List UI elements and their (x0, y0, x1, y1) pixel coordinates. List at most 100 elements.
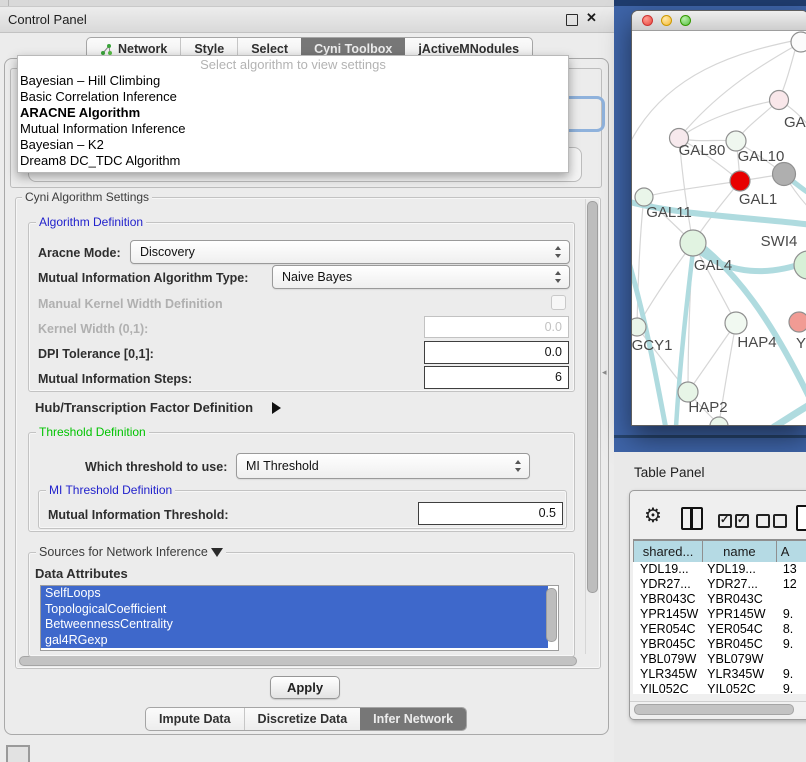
mi-type-value: Naive Bayes (282, 270, 352, 284)
network-window-titlebar[interactable] (632, 11, 806, 31)
table-cell: YBR043C (633, 592, 703, 607)
table-row[interactable]: YDL19...YDL19...13 (633, 562, 806, 577)
dropdown-item[interactable]: Dream8 DC_TDC Algorithm (18, 153, 568, 169)
node-label: GAL (784, 114, 806, 131)
dropdown-item[interactable]: Bayesian – Hill Climbing (18, 73, 568, 89)
list-item-selected[interactable]: BetweennessCentrality (41, 617, 548, 633)
deselect-all-columns-icon[interactable] (756, 514, 790, 533)
table-row[interactable]: YDR27...YDR27...12 (633, 577, 806, 592)
collapse-arrow-icon[interactable] (211, 548, 223, 557)
network-node-gal4[interactable] (680, 230, 706, 256)
apply-button[interactable]: Apply (270, 676, 340, 699)
table-row[interactable]: YLR345WYLR345W9. (633, 667, 806, 682)
sources-title: Sources for Network Inference (36, 546, 226, 558)
table-cell: YDR27... (703, 577, 777, 592)
manual-kernel-checkbox[interactable] (551, 295, 566, 310)
list-item-selected[interactable]: TopologicalCoefficient (41, 602, 548, 618)
control-panel-window: Control Panel ✕ galFiltered.sif default … (0, 0, 615, 762)
tab-impute-data[interactable]: Impute Data (146, 708, 244, 730)
aracne-mode-combo[interactable]: Discovery (130, 240, 570, 264)
float-window-icon[interactable] (566, 14, 578, 26)
screenshot-root: Control Panel ✕ galFiltered.sif default … (0, 0, 806, 762)
dropdown-item[interactable]: Mutual Information Inference (18, 121, 568, 137)
list-item-selected[interactable]: SelfLoops (41, 586, 548, 602)
node-label: SWI4 (761, 233, 798, 250)
minimized-panel-icon[interactable] (6, 745, 30, 762)
mi-steps-label: Mutual Information Steps: (38, 372, 192, 386)
table-row[interactable]: YER054CYER054C8. (633, 622, 806, 637)
network-node-y[interactable] (789, 312, 806, 332)
node-label: GAL80 (679, 142, 726, 159)
column-header-shared-name[interactable]: shared... (633, 540, 703, 563)
dropdown-item[interactable]: ARACNE Algorithm (18, 105, 568, 121)
network-node-gal[interactable] (770, 91, 789, 110)
export-table-icon[interactable] (796, 505, 806, 531)
network-node-swi4[interactable] (794, 251, 806, 279)
tab-infer-network[interactable]: Infer Network (360, 708, 466, 730)
algorithm-dropdown-popup: Select algorithm to view settings Bayesi… (17, 55, 569, 173)
network-view-window[interactable]: GALGAL80GAL10GAL1GAL11GAL4SWI4HAP4YGCY1H… (631, 10, 806, 426)
gear-icon[interactable]: ⚙ (644, 503, 662, 528)
which-threshold-combo[interactable]: MI Threshold (236, 453, 530, 479)
which-threshold-value: MI Threshold (246, 459, 319, 473)
table-row[interactable]: YBR045CYBR045C9. (633, 637, 806, 652)
threshold-title: Threshold Definition (36, 426, 149, 438)
table-cell: YBR043C (703, 592, 777, 607)
toolbar-strip (0, 0, 614, 7)
network-node[interactable] (791, 32, 806, 52)
table-cell: YER054C (703, 622, 777, 637)
table-horizontal-scrollbar[interactable] (630, 701, 806, 716)
table-cell: YPR145W (703, 607, 777, 622)
table-row[interactable]: YBL079WYBL079W (633, 652, 806, 667)
mi-threshold-label: Mutual Information Threshold: (48, 508, 229, 522)
pane-collapse-icon[interactable]: ◂ (602, 367, 607, 378)
zoom-traffic-light-icon[interactable] (680, 15, 691, 26)
expand-arrow-icon[interactable] (272, 399, 281, 417)
aracne-mode-value: Discovery (140, 245, 195, 259)
tab-discretize-data[interactable]: Discretize Data (244, 708, 361, 730)
dpi-tolerance-label: DPI Tolerance [0,1]: (38, 347, 154, 361)
table-cell: YBR045C (703, 637, 777, 652)
mi-threshold-value: 0.5 (539, 506, 556, 520)
table-row[interactable]: YBR043CYBR043C (633, 592, 806, 607)
table-row[interactable]: YPR145WYPR145W9. (633, 607, 806, 622)
mi-threshold-field[interactable]: 0.5 (418, 502, 563, 525)
close-traffic-light-icon[interactable] (642, 15, 653, 26)
network-nodes[interactable]: GALGAL80GAL10GAL1GAL11GAL4SWI4HAP4YGCY1H… (632, 32, 806, 425)
minimize-traffic-light-icon[interactable] (661, 15, 672, 26)
dropdown-item[interactable]: Bayesian – K2 (18, 137, 568, 153)
control-panel-title: Control Panel (8, 12, 87, 27)
network-node-gal1[interactable] (730, 171, 750, 191)
data-attributes-list[interactable]: SelfLoopsTopologicalCoefficientBetweenne… (40, 585, 559, 651)
table-cell: YPR145W (633, 607, 703, 622)
network-node[interactable] (773, 163, 796, 186)
table-cell: YBR045C (633, 637, 703, 652)
column-header-name[interactable]: name (703, 540, 777, 563)
mi-type-combo[interactable]: Naive Bayes (272, 265, 570, 289)
table-cell: 12 (777, 577, 806, 592)
network-canvas[interactable]: GALGAL80GAL10GAL1GAL11GAL4SWI4HAP4YGCY1H… (632, 31, 806, 425)
select-all-columns-icon[interactable] (718, 514, 752, 533)
close-icon[interactable]: ✕ (586, 10, 597, 26)
mi-steps-value: 6 (555, 370, 562, 384)
kernel-width-field[interactable]: 0.0 (424, 316, 569, 338)
algorithm-definition-title: Algorithm Definition (36, 216, 146, 228)
algorithm-dropdown-placeholder: Select algorithm to view settings (18, 56, 568, 73)
table-rows: YDL19...YDL19...13YDR27...YDR27...12YBR0… (633, 562, 806, 694)
mi-steps-field[interactable]: 6 (424, 366, 569, 389)
manual-kernel-label: Manual Kernel Width Definition (38, 297, 223, 311)
dropdown-item[interactable]: Basic Correlation Inference (18, 89, 568, 105)
network-node-hap4[interactable] (725, 312, 747, 334)
table-cell: YDL19... (703, 562, 777, 577)
settings-vertical-scrollbar[interactable] (585, 199, 599, 654)
table-cell: YIL052C (703, 682, 777, 694)
network-node-gcy1[interactable] (632, 318, 646, 336)
table-row[interactable]: YIL052CYIL052C9. (633, 682, 806, 694)
dpi-tolerance-value: 0.0 (545, 345, 562, 359)
which-threshold-label: Which threshold to use: (85, 460, 227, 474)
split-table-icon[interactable] (681, 507, 703, 530)
list-item-selected[interactable]: gal4RGexp (41, 633, 548, 649)
dpi-tolerance-field[interactable]: 0.0 (424, 341, 569, 364)
list-scrollbar[interactable] (546, 588, 557, 642)
column-header-clipped[interactable]: A (777, 540, 806, 563)
